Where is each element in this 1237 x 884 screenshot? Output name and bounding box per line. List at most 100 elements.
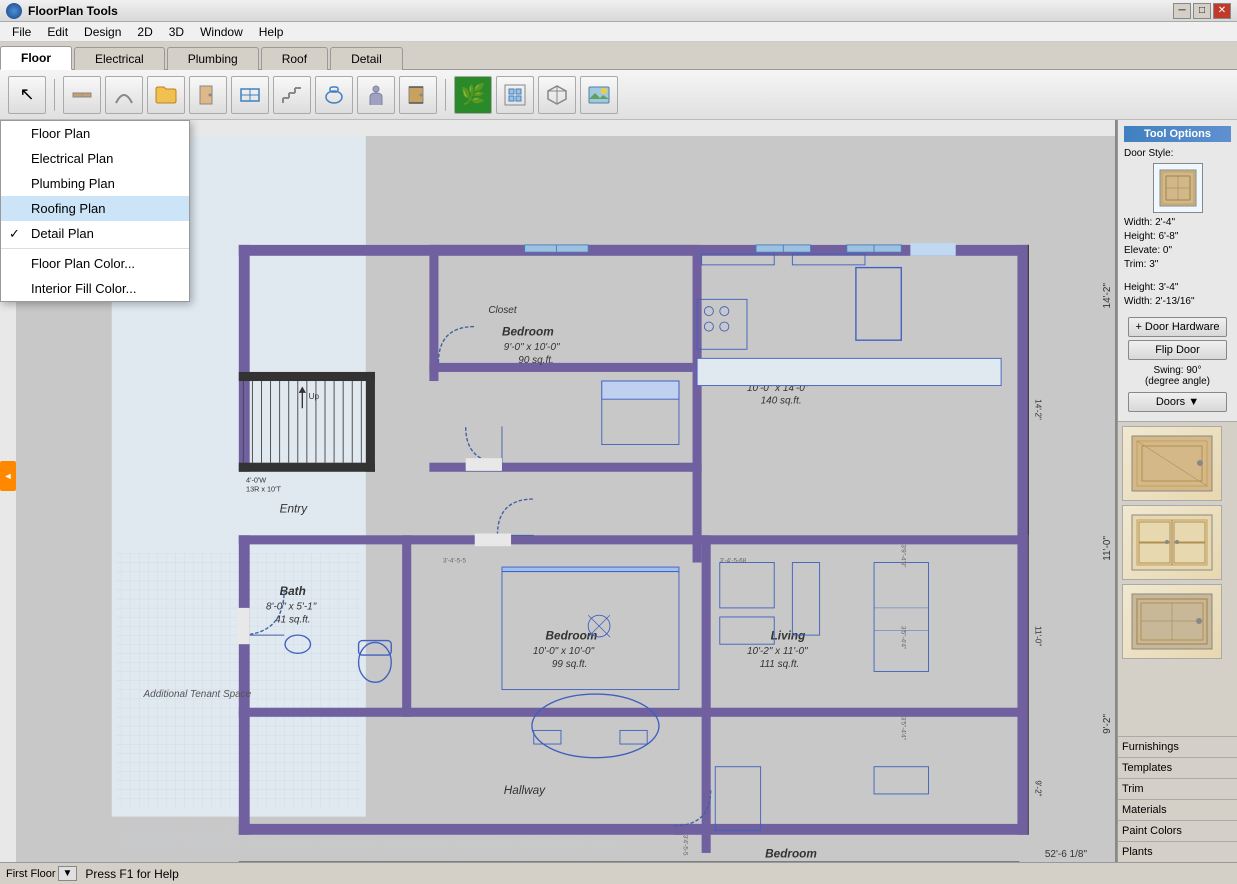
tool-options-title: Tool Options bbox=[1124, 126, 1231, 142]
door-thumb-2[interactable] bbox=[1122, 505, 1222, 580]
panel-sections: Furnishings Templates Trim Materials Pai… bbox=[1118, 736, 1237, 862]
toolbar-separator-1 bbox=[54, 79, 55, 111]
svg-text:4'-0'W: 4'-0'W bbox=[246, 476, 266, 485]
door2-button[interactable] bbox=[399, 76, 437, 114]
view-2d-button[interactable] bbox=[496, 76, 534, 114]
prop-width: Width: 2'-4" bbox=[1124, 217, 1231, 228]
toolbar-separator-2 bbox=[445, 79, 446, 111]
door-style-label: Door Style: bbox=[1124, 148, 1231, 159]
menu-floor-plan-color[interactable]: Floor Plan Color... bbox=[1, 251, 189, 276]
menu-plumbing-plan[interactable]: Plumbing Plan bbox=[1, 171, 189, 196]
svg-text:99 sq.ft.: 99 sq.ft. bbox=[552, 659, 587, 670]
svg-text:9'-2": 9'-2" bbox=[1034, 780, 1043, 796]
right-panel: Tool Options Door Style: Width: 2'-4" He… bbox=[1117, 120, 1237, 862]
prop-elevate: Elevate: 0" bbox=[1124, 245, 1231, 256]
person-button[interactable] bbox=[357, 76, 395, 114]
menu-bar: File Edit Design 2D 3D Window Help bbox=[0, 22, 1237, 42]
help-text: Press F1 for Help bbox=[85, 867, 178, 881]
panel-trim[interactable]: Trim bbox=[1118, 778, 1237, 799]
tab-roof[interactable]: Roof bbox=[261, 47, 328, 70]
menu-2d[interactable]: 2D bbox=[129, 23, 160, 41]
menu-interior-fill-color[interactable]: Interior Fill Color... bbox=[1, 276, 189, 301]
menu-roofing-plan[interactable]: Roofing Plan bbox=[1, 196, 189, 221]
plant-button[interactable]: 🌿 bbox=[454, 76, 492, 114]
svg-text:14'-2": 14'-2" bbox=[1034, 399, 1043, 420]
door-hardware-button[interactable]: + Door Hardware bbox=[1128, 317, 1227, 337]
menu-file[interactable]: File bbox=[4, 23, 39, 41]
app-title: FloorPlan Tools bbox=[28, 4, 118, 18]
menu-3d[interactable]: 3D bbox=[161, 23, 192, 41]
scroll-handle[interactable]: ◄ bbox=[0, 461, 16, 491]
toolbar: ↖ 🌿 bbox=[0, 70, 1237, 120]
svg-text:90 sq.ft.: 90 sq.ft. bbox=[518, 355, 553, 366]
close-button[interactable]: ✕ bbox=[1213, 3, 1231, 19]
dim-label-1: 14'-2" bbox=[1102, 283, 1113, 308]
floor-selector: First Floor ▼ bbox=[6, 866, 77, 881]
panel-materials[interactable]: Materials bbox=[1118, 799, 1237, 820]
door-thumb-3[interactable] bbox=[1122, 584, 1222, 659]
svg-text:Living: Living bbox=[771, 630, 806, 643]
main-layout: // ruler ticks drawn in main SVG below ◄ bbox=[0, 120, 1237, 862]
view-3d-button[interactable] bbox=[538, 76, 576, 114]
svg-text:9'-0" x 10'-0": 9'-0" x 10'-0" bbox=[504, 342, 560, 353]
minimize-button[interactable]: ─ bbox=[1173, 3, 1191, 19]
svg-text:Bedroom: Bedroom bbox=[502, 326, 554, 339]
panel-templates[interactable]: Templates bbox=[1118, 757, 1237, 778]
fixture-button[interactable] bbox=[315, 76, 353, 114]
menu-floor-plan[interactable]: Floor Plan bbox=[1, 121, 189, 146]
svg-text:3'5"-4'4": 3'5"-4'4" bbox=[899, 717, 906, 740]
door-thumbnails bbox=[1118, 422, 1237, 736]
menu-window[interactable]: Window bbox=[192, 23, 251, 41]
svg-text:Additional Tenant Space: Additional Tenant Space bbox=[143, 689, 252, 700]
panel-furnishings[interactable]: Furnishings bbox=[1118, 736, 1237, 757]
tab-electrical[interactable]: Electrical bbox=[74, 47, 165, 70]
maximize-button[interactable]: □ bbox=[1193, 3, 1211, 19]
panel-paint-colors[interactable]: Paint Colors bbox=[1118, 820, 1237, 841]
door-thumb-1[interactable] bbox=[1122, 426, 1222, 501]
svg-text:3'4'-5-5: 3'4'-5-5 bbox=[681, 835, 688, 856]
floor-down-button[interactable]: ▼ bbox=[58, 866, 78, 881]
floor-label: First Floor bbox=[6, 868, 56, 880]
arc-tool-button[interactable] bbox=[105, 76, 143, 114]
dim-label-bottom: 52'-6 1/8" bbox=[1045, 849, 1087, 860]
dropdown-menu[interactable]: Floor Plan Electrical Plan Plumbing Plan… bbox=[0, 120, 190, 302]
flip-door-button[interactable]: Flip Door bbox=[1128, 340, 1227, 360]
doors-category-button[interactable]: Doors ▼ bbox=[1128, 392, 1227, 412]
render-button[interactable] bbox=[580, 76, 618, 114]
menu-help[interactable]: Help bbox=[251, 23, 292, 41]
folder-button[interactable] bbox=[147, 76, 185, 114]
window-button[interactable] bbox=[231, 76, 269, 114]
dim-label-3: 9'-2" bbox=[1102, 714, 1113, 734]
select-tool-button[interactable]: ↖ bbox=[8, 76, 46, 114]
title-bar: FloorPlan Tools ─ □ ✕ bbox=[0, 0, 1237, 22]
svg-text:111 sq.ft.: 111 sq.ft. bbox=[760, 659, 800, 670]
svg-text:Closet: Closet bbox=[488, 305, 517, 316]
tab-floor[interactable]: Floor bbox=[0, 46, 72, 70]
menu-edit[interactable]: Edit bbox=[39, 23, 76, 41]
door-button[interactable] bbox=[189, 76, 227, 114]
stair-button[interactable] bbox=[273, 76, 311, 114]
window-controls: ─ □ ✕ bbox=[1173, 3, 1231, 19]
tool-options-panel: Tool Options Door Style: Width: 2'-4" He… bbox=[1118, 120, 1237, 422]
menu-electrical-plan[interactable]: Electrical Plan bbox=[1, 146, 189, 171]
svg-text:8'-0" x 5'-1": 8'-0" x 5'-1" bbox=[266, 602, 317, 613]
menu-detail-plan[interactable]: Detail Plan bbox=[1, 221, 189, 246]
canvas-area[interactable]: // ruler ticks drawn in main SVG below ◄ bbox=[0, 120, 1117, 862]
svg-text:3'-4'-5-68: 3'-4'-5-68 bbox=[720, 558, 747, 565]
tab-bar: Floor Electrical Plumbing Roof Detail bbox=[0, 42, 1237, 70]
menu-separator bbox=[1, 248, 189, 249]
door-style-preview[interactable] bbox=[1153, 163, 1203, 213]
svg-text:10'-2" x 11'-0": 10'-2" x 11'-0" bbox=[747, 646, 808, 657]
svg-text:Bedroom: Bedroom bbox=[765, 847, 817, 860]
svg-text:3'5"-4'4": 3'5"-4'4" bbox=[899, 626, 906, 649]
swing-info: Swing: 90° (degree angle) bbox=[1124, 363, 1231, 389]
tab-plumbing[interactable]: Plumbing bbox=[167, 47, 259, 70]
svg-text:Up: Up bbox=[309, 392, 320, 401]
menu-design[interactable]: Design bbox=[76, 23, 129, 41]
tab-detail[interactable]: Detail bbox=[330, 47, 403, 70]
svg-text:41 sq.ft.: 41 sq.ft. bbox=[275, 614, 310, 625]
panel-plants[interactable]: Plants bbox=[1118, 841, 1237, 862]
draw-wall-button[interactable] bbox=[63, 76, 101, 114]
svg-text:Hallway: Hallway bbox=[504, 784, 546, 797]
svg-text:Entry: Entry bbox=[280, 503, 309, 516]
